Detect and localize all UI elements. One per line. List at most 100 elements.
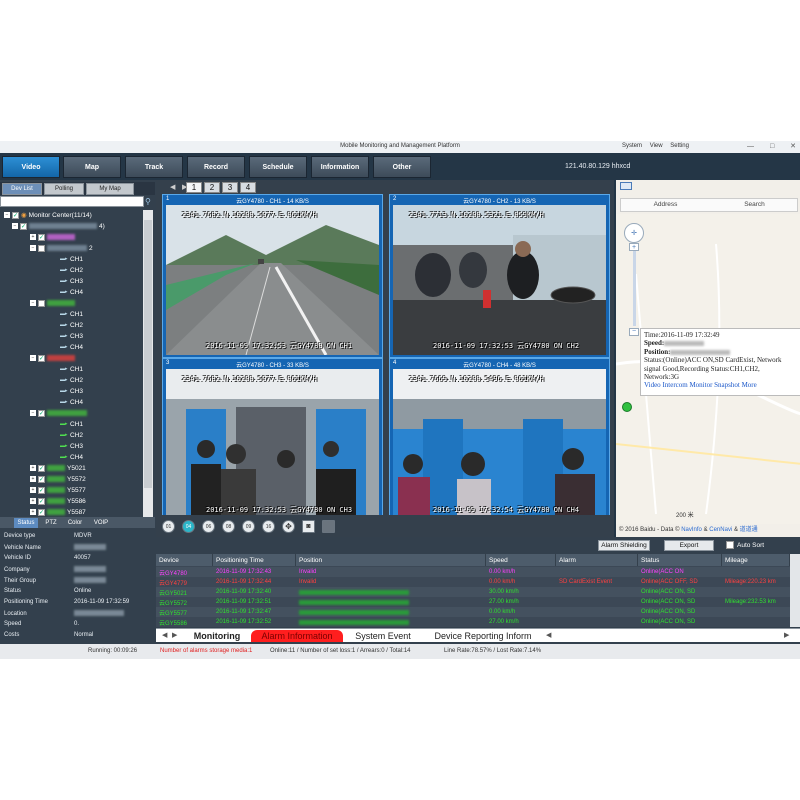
tab-page-1[interactable]: 1 [186, 182, 202, 193]
tree-device[interactable]: − ✓ [30, 353, 77, 363]
tab-page-3[interactable]: 3 [222, 182, 238, 193]
video-cell-ch3[interactable]: 3 云GY4780 - CH3 - 33 KB/S 2341.7682.N.10… [162, 358, 383, 522]
table-cell-position[interactable] [296, 607, 486, 617]
table-cell-speed[interactable]: 0.00 km/h [486, 577, 556, 587]
checkbox[interactable]: ✓ [38, 354, 45, 362]
auto-sort-checkbox[interactable]: Auto Sort [726, 541, 764, 549]
table-cell-time[interactable]: 2016-11-09 17:32:43 [213, 567, 296, 577]
snapshot-icon[interactable]: ◙ [302, 520, 315, 533]
table-cell-position[interactable] [296, 597, 486, 607]
device-search-input[interactable] [0, 196, 144, 207]
col-device[interactable]: Device [156, 554, 213, 566]
expand-icon[interactable]: + [30, 509, 36, 515]
tab-scroll-left-icon[interactable]: ◀ [546, 631, 551, 639]
layout-16-button[interactable]: 16 [262, 520, 275, 533]
table-cell-device[interactable]: 云GY5021 [156, 587, 213, 597]
table-cell-device[interactable]: 云GY4779 [156, 577, 213, 587]
nav-schedule-button[interactable]: Schedule [249, 156, 307, 178]
popup-more-link[interactable]: More [742, 381, 757, 389]
table-cell-speed[interactable]: 27.00 km/h [486, 597, 556, 607]
col-speed[interactable]: Speed [486, 554, 556, 566]
tree-device[interactable]: + ✓ Y5021 [30, 463, 86, 473]
layout-8-button[interactable]: 08 [222, 520, 235, 533]
stop-icon[interactable] [322, 520, 335, 533]
checkbox[interactable]: ✓ [38, 409, 45, 417]
tab-search[interactable]: Search [710, 201, 799, 208]
table-cell-alarm[interactable]: SD CardExist Event [556, 577, 638, 587]
layout-6-button[interactable]: 06 [202, 520, 215, 533]
tree-channel[interactable]: ▬▸ CH2 [60, 265, 83, 275]
table-cell-mileage[interactable] [722, 617, 790, 627]
tree-device[interactable]: + ✓ Y5587 [30, 507, 86, 517]
tab-page-2[interactable]: 2 [204, 182, 220, 193]
tab-my-map[interactable]: My Map [86, 183, 134, 195]
col-status[interactable]: Status [638, 554, 722, 566]
table-cell-position[interactable]: Invalid [296, 577, 486, 587]
table-cell-status[interactable]: Online(ACC ON, SD [638, 617, 722, 627]
checkbox[interactable]: ✓ [20, 222, 27, 230]
maximize-icon[interactable]: □ [770, 143, 774, 150]
table-cell-alarm[interactable] [556, 617, 638, 627]
tree-device[interactable]: + ✓ Y5577 [30, 485, 86, 495]
popup-video-link[interactable]: Video [644, 381, 661, 389]
tree-device[interactable]: − [30, 298, 77, 308]
collapse-icon[interactable]: − [30, 355, 36, 361]
tab-color[interactable]: Color [64, 518, 86, 528]
table-cell-mileage[interactable] [722, 607, 790, 617]
tree-channel[interactable]: ▬▸ CH1 [60, 254, 83, 264]
nav-other-button[interactable]: Other [373, 156, 431, 178]
expand-icon[interactable]: + [30, 487, 36, 493]
checkbox[interactable] [38, 299, 45, 307]
zoom-out-icon[interactable]: − [629, 328, 639, 336]
tab-address[interactable]: Address [621, 201, 710, 208]
collapse-icon[interactable]: − [30, 300, 36, 306]
tab-dev-list[interactable]: Dev List [2, 183, 42, 195]
tab-polling[interactable]: Polling [44, 183, 84, 195]
tree-group[interactable]: − ✓ 4) [12, 221, 105, 231]
nav-video-button[interactable]: Video [2, 156, 60, 178]
tree-channel[interactable]: ▬▸ CH1 [60, 309, 83, 319]
vehicle-marker-icon[interactable] [622, 402, 632, 412]
table-cell-mileage[interactable]: Mileage:220.23 km [722, 577, 790, 587]
alarm-shielding-button[interactable]: Alarm Shielding [598, 540, 650, 551]
tab-system-event[interactable]: System Event [348, 630, 418, 642]
popup-intercom-link[interactable]: Intercom [662, 381, 687, 389]
table-cell-device[interactable]: 云GY5577 [156, 607, 213, 617]
layout-1-button[interactable]: 01 [162, 520, 175, 533]
table-cell-position[interactable] [296, 617, 486, 627]
menu-system[interactable]: System [622, 143, 642, 149]
nav-record-button[interactable]: Record [187, 156, 245, 178]
tree-channel[interactable]: ▬▸ CH4 [60, 342, 83, 352]
col-mileage[interactable]: Mileage [722, 554, 790, 566]
tab-prev-icon[interactable]: ◀ [162, 631, 167, 639]
map-pan-control[interactable]: ✛ [624, 223, 644, 243]
tab-next-icon[interactable]: ▶ [172, 631, 177, 639]
minimize-icon[interactable]: — [747, 143, 754, 150]
tab-page-4[interactable]: 4 [240, 182, 256, 193]
table-cell-alarm[interactable] [556, 587, 638, 597]
table-cell-device[interactable]: 云GY5572 [156, 597, 213, 607]
table-cell-device[interactable]: 云GY4780 [156, 567, 213, 577]
checkbox[interactable]: ✓ [38, 475, 45, 483]
table-cell-time[interactable]: 2016-11-09 17:32:52 [213, 617, 296, 627]
collapse-icon[interactable]: − [30, 410, 36, 416]
table-cell-alarm[interactable] [556, 607, 638, 617]
table-cell-position[interactable] [296, 587, 486, 597]
table-scrollbar[interactable] [790, 554, 800, 627]
table-cell-alarm[interactable] [556, 597, 638, 607]
expand-icon[interactable]: + [30, 498, 36, 504]
table-cell-mileage[interactable] [722, 567, 790, 577]
table-cell-position[interactable]: Invalid [296, 567, 486, 577]
expand-icon[interactable]: + [30, 465, 36, 471]
expand-icon[interactable]: + [30, 476, 36, 482]
table-cell-alarm[interactable] [556, 567, 638, 577]
close-icon[interactable]: ✕ [790, 143, 796, 150]
table-cell-status[interactable]: Online(ACC ON, SD [638, 607, 722, 617]
tree-channel[interactable]: ▬▸ CH3 [60, 276, 83, 286]
expand-icon[interactable]: + [30, 234, 36, 240]
video-cell-ch4[interactable]: 4 云GY4780 - CH4 - 48 KB/S 2341.7669.N.102… [389, 358, 610, 522]
popup-monitor-link[interactable]: Monitor [689, 381, 712, 389]
checkbox[interactable] [38, 244, 45, 252]
tab-alarm-information[interactable]: Alarm Information [251, 630, 343, 642]
popup-snapshot-link[interactable]: Snapshot [714, 381, 740, 389]
